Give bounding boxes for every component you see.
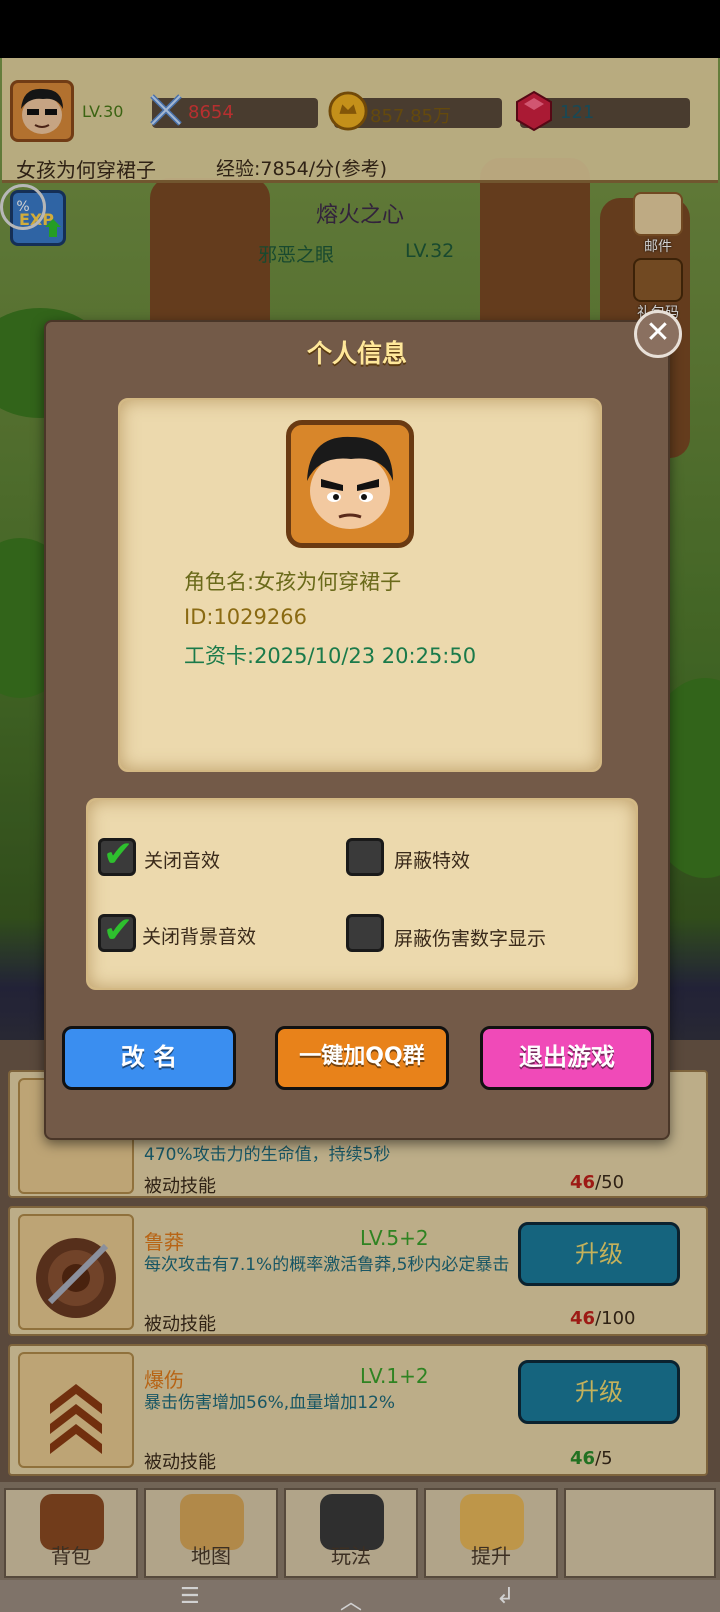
option-label: 关闭音效	[144, 850, 221, 872]
checkbox[interactable]: ✔	[98, 910, 136, 952]
checkbox[interactable]: ✔	[98, 834, 136, 876]
check-mark-icon: ✔	[103, 834, 134, 875]
option-label: 屏蔽特效	[394, 850, 471, 872]
character-name: 角色名:女孩为何穿裙子	[184, 570, 402, 594]
join-qq-group-button[interactable]: 一键加QQ群	[275, 1026, 449, 1090]
checkbox[interactable]	[346, 914, 384, 952]
status-bar	[0, 0, 720, 58]
dialog-title: 个人信息	[306, 339, 407, 368]
option-label: 屏蔽伤害数字显示	[394, 928, 547, 950]
player-id: ID:1029266	[184, 605, 307, 629]
profile-avatar	[286, 420, 414, 548]
rename-button[interactable]: 改 名	[62, 1026, 236, 1090]
pay-card-date: 工资卡:2025/10/23 20:25:50	[184, 644, 477, 668]
settings-panel	[86, 798, 638, 990]
option-label: 关闭背景音效	[142, 926, 257, 948]
close-button[interactable]: ✕	[634, 310, 682, 358]
checkbox[interactable]	[346, 838, 384, 876]
check-mark-icon: ✔	[103, 910, 134, 951]
exit-game-button[interactable]: 退出游戏	[480, 1026, 654, 1090]
